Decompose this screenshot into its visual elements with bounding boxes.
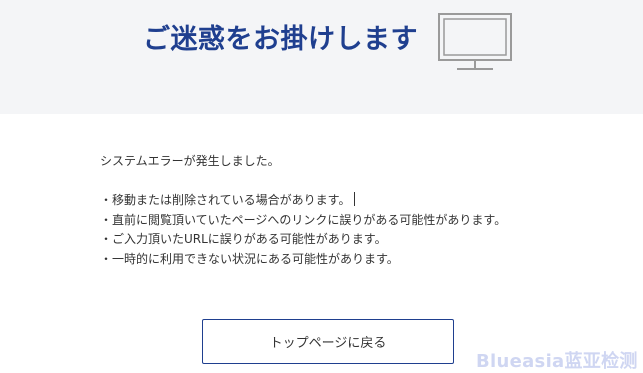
page-title: ご迷惑をお掛けします (143, 24, 418, 55)
error-intro: システムエラーが発生しました。 (100, 154, 280, 168)
error-message: システムエラーが発生しました。 ・移動または削除されている場合があります。 ・直… (100, 152, 620, 269)
reason-item: ・直前に閲覧頂いていたページへのリンクに誤りがある可能性があります。 (100, 212, 507, 227)
back-to-top-label: トップページに戻る (269, 336, 387, 351)
reason-item: ・移動または削除されている場合があります。 (100, 191, 620, 211)
reason-item: ・一時的に利用できない状況にある可能性があります。 (100, 251, 399, 266)
reason-item: ・ご入力頂いたURLに誤りがある可能性があります。 (100, 232, 387, 246)
reason-text: ・移動または削除されている場合があります。 (100, 193, 351, 207)
page-header: ご迷惑をお掛けします (0, 0, 643, 114)
back-to-top-button[interactable]: トップページに戻る (202, 319, 454, 364)
monitor-icon (438, 13, 512, 70)
watermark: Blueasia蓝亚检测 (476, 351, 638, 372)
text-caret (354, 192, 356, 206)
